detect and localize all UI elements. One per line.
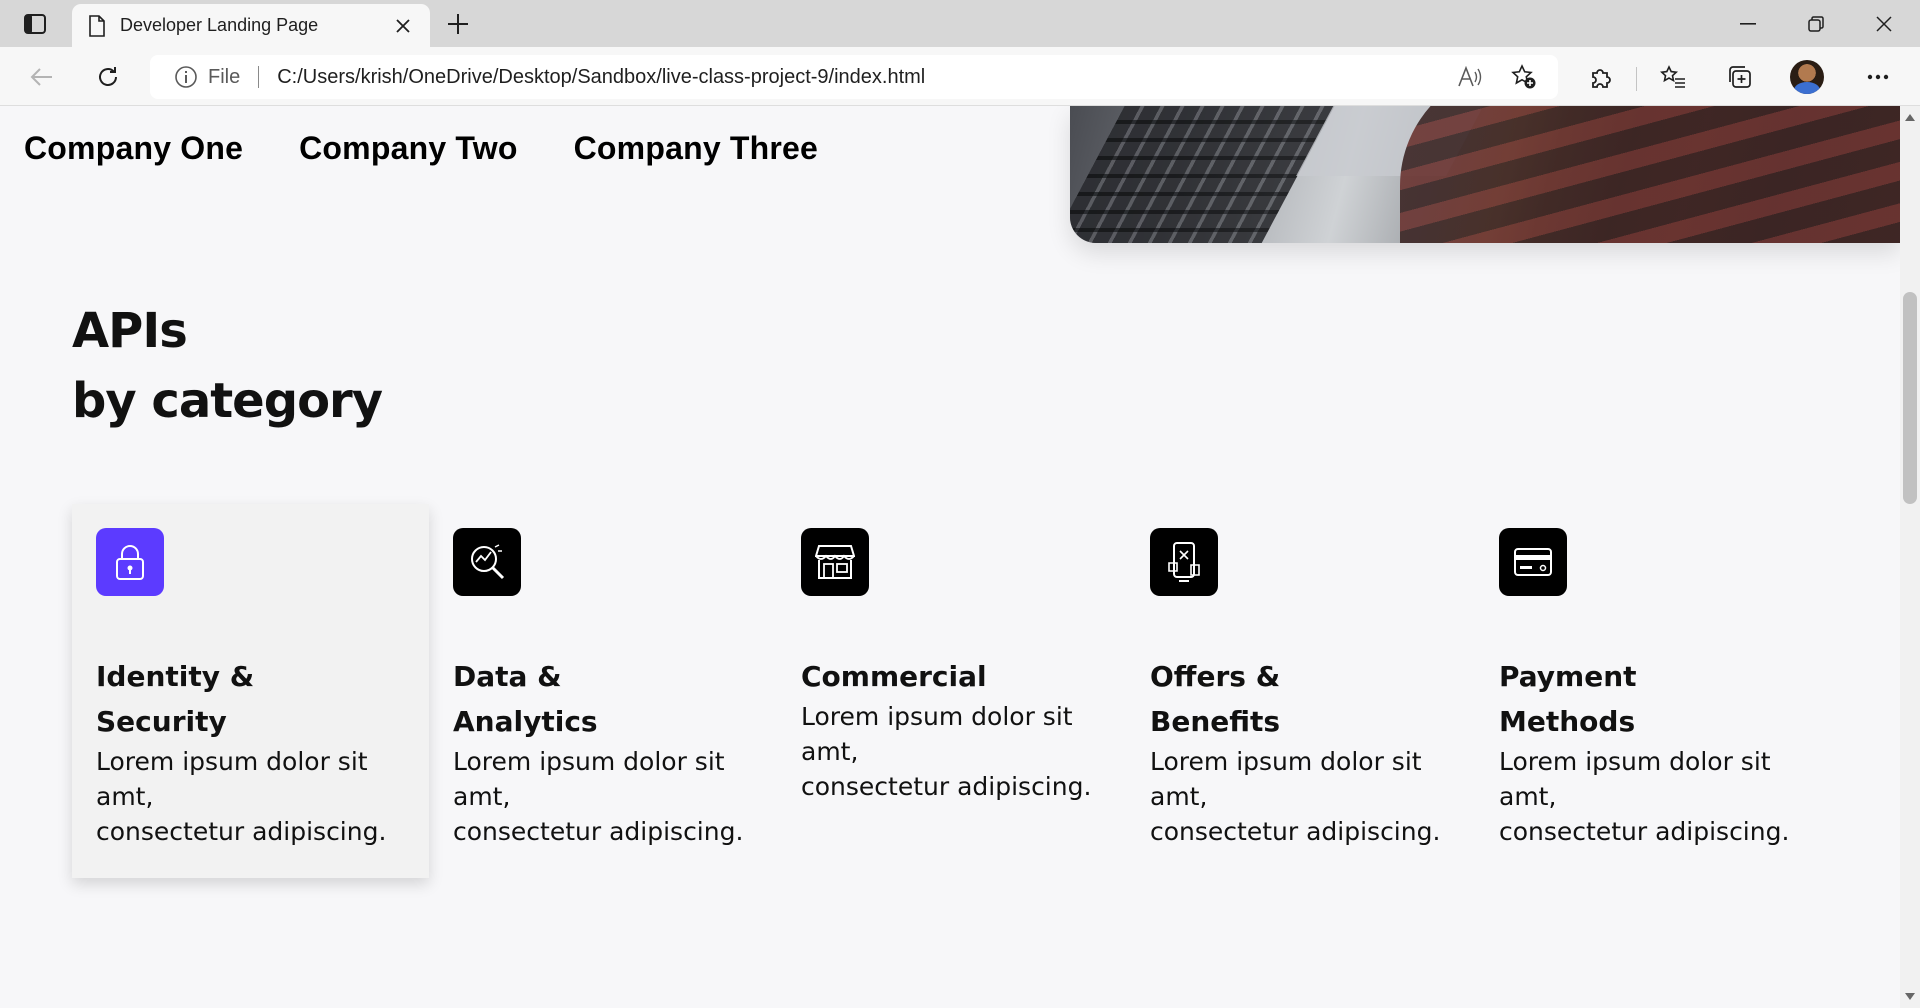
- card-description: Lorem ipsum dolor sit amt, consectetur adi…: [801, 702, 1092, 801]
- profile-avatar[interactable]: [1790, 60, 1824, 94]
- add-favorite-button[interactable]: [1506, 59, 1542, 95]
- company-logo-three: Company Three: [573, 130, 819, 166]
- tab-active[interactable]: Developer Landing Page: [72, 4, 430, 47]
- scroll-up-arrow-icon[interactable]: [1905, 114, 1915, 121]
- restore-button[interactable]: [1782, 0, 1850, 47]
- coupon-phone-icon: [1150, 528, 1218, 596]
- extensions-button[interactable]: [1583, 59, 1619, 95]
- card-title: Payment Methods: [1499, 660, 1637, 738]
- address-bar[interactable]: File C:/Users/krish/OneDrive/Desktop/San…: [150, 55, 1558, 99]
- favorites-list-icon: [1660, 65, 1685, 88]
- collections-button[interactable]: [1722, 59, 1758, 95]
- company-logos: Company One Company Two Company Three: [24, 130, 818, 167]
- card-title: Identity & Security: [96, 660, 255, 738]
- more-horizontal-icon: [1867, 74, 1889, 80]
- scroll-down-arrow-icon[interactable]: [1905, 993, 1915, 1000]
- info-icon[interactable]: [174, 65, 198, 89]
- vertical-tabs-icon: [24, 14, 46, 34]
- new-tab-button[interactable]: [440, 8, 476, 40]
- analytics-magnifier-icon: [453, 528, 521, 596]
- minimize-button[interactable]: [1714, 0, 1782, 47]
- refresh-icon: [99, 67, 117, 86]
- refresh-button[interactable]: [90, 59, 126, 95]
- tab-actions-button[interactable]: [16, 8, 54, 40]
- browser-toolbar: File C:/Users/krish/OneDrive/Desktop/San…: [0, 47, 1920, 106]
- favorites-button[interactable]: [1655, 59, 1691, 95]
- close-icon: [396, 18, 410, 33]
- card-description: Lorem ipsum dolor sit amt, consectetur adi…: [1499, 747, 1790, 846]
- card-title: Commercial: [801, 660, 987, 693]
- section-title-line1: APIs: [72, 303, 188, 359]
- close-window-button[interactable]: [1850, 0, 1918, 47]
- card-description: Lorem ipsum dolor sit amt, consectetur adi…: [453, 747, 744, 846]
- page-icon: [89, 14, 105, 37]
- tab-close-button[interactable]: [390, 13, 416, 39]
- scrollbar-thumb[interactable]: [1903, 292, 1917, 504]
- collections-icon: [1729, 66, 1751, 88]
- hero-laptop-image: [1070, 106, 1900, 243]
- page-scrollbar[interactable]: [1900, 106, 1920, 1008]
- card-title: Data & Analytics: [453, 660, 598, 738]
- storefront-icon: [801, 528, 869, 596]
- company-logo-one: Company One: [24, 130, 244, 166]
- card-description: Lorem ipsum dolor sit amt, consectetur adi…: [1150, 747, 1441, 846]
- settings-menu-button[interactable]: [1860, 59, 1896, 95]
- back-arrow-icon: [30, 68, 52, 86]
- card-title: Offers & Benefits: [1150, 660, 1281, 738]
- address-scheme-label: File: [208, 65, 241, 88]
- close-icon: [1876, 15, 1892, 32]
- star-plus-icon: [1511, 64, 1536, 89]
- address-separator: [258, 66, 260, 88]
- tab-title: Developer Landing Page: [120, 15, 319, 35]
- url-text[interactable]: C:/Users/krish/OneDrive/Desktop/Sandbox/…: [277, 66, 925, 89]
- section-title: APIs by category: [72, 296, 383, 436]
- credit-card-icon: [1499, 528, 1567, 596]
- company-logo-two: Company Two: [299, 130, 518, 166]
- category-card-payment-methods[interactable]: Payment Methods Lorem ipsum dolor sit amt,…: [1499, 504, 1799, 849]
- card-description: Lorem ipsum dolor sit amt, consectetur adi…: [96, 747, 387, 846]
- plus-icon: [448, 14, 468, 34]
- puzzle-icon: [1592, 69, 1611, 88]
- read-aloud-button[interactable]: [1452, 59, 1488, 95]
- section-title-line2: by category: [72, 373, 383, 429]
- restore-icon: [1808, 15, 1824, 32]
- tab-strip: Developer Landing Page: [0, 0, 1920, 47]
- page-viewport: Company One Company Two Company Three AP…: [0, 106, 1920, 1008]
- toolbar-divider: [1636, 67, 1637, 91]
- minimize-icon: [1740, 22, 1756, 25]
- category-card-commercial[interactable]: Commercial Lorem ipsum dolor sit amt, cons…: [801, 504, 1101, 804]
- category-card-offers-benefits[interactable]: Offers & Benefits Lorem ipsum dolor sit am…: [1150, 504, 1450, 849]
- category-card-data-analytics[interactable]: Data & Analytics Lorem ipsum dolor sit amt…: [453, 504, 753, 849]
- back-button[interactable]: [24, 59, 60, 95]
- read-aloud-icon: [1458, 66, 1482, 87]
- lock-icon: [96, 528, 164, 596]
- category-card-identity-security[interactable]: Identity & Security Lorem ipsum dolor sit…: [72, 504, 429, 878]
